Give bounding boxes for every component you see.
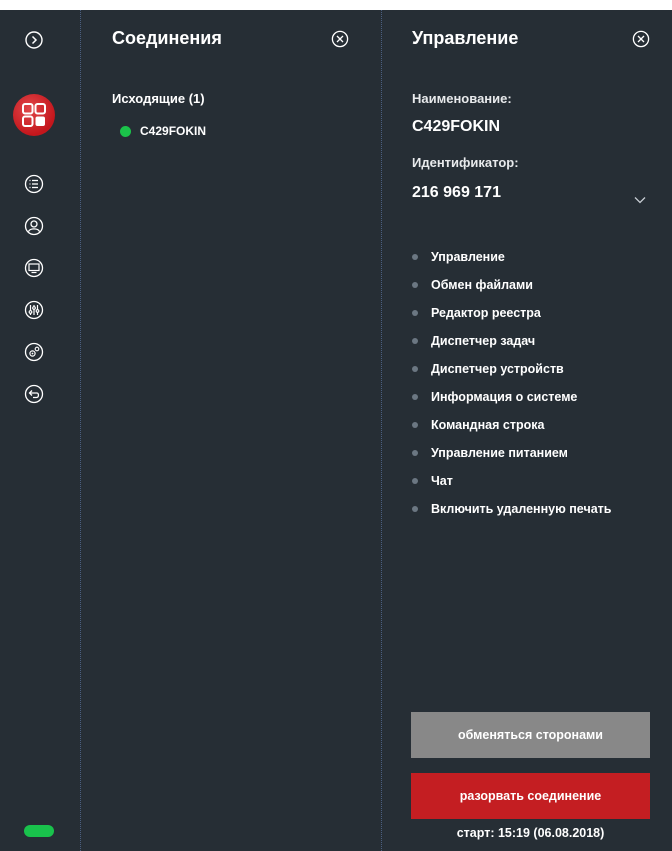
- sidebar: [0, 10, 80, 851]
- id-label: Идентификатор:: [412, 155, 519, 170]
- monitor-icon[interactable]: [24, 258, 44, 278]
- connections-title: Соединения: [112, 28, 222, 48]
- bullet-icon: [412, 394, 418, 400]
- bullet-icon: [412, 450, 418, 456]
- bullet-icon: [412, 366, 418, 372]
- app-window: Соединения Исходящие (1) C429FOKIN Управ…: [0, 10, 672, 851]
- action-item-remote-print[interactable]: Включить удаленную печать: [412, 495, 611, 523]
- expand-icon[interactable]: [24, 30, 44, 50]
- outgoing-section-label: Исходящие (1): [112, 91, 205, 106]
- apps-icon[interactable]: [13, 94, 55, 136]
- settings-icon[interactable]: [24, 342, 44, 362]
- action-item-control[interactable]: Управление: [412, 243, 611, 271]
- sidebar-divider: [80, 10, 81, 851]
- swap-sides-button[interactable]: обменяться сторонами: [411, 712, 650, 758]
- bullet-icon: [412, 282, 418, 288]
- connection-status-indicator: [24, 825, 54, 837]
- online-status-dot: [120, 125, 131, 137]
- bullet-icon: [412, 254, 418, 260]
- connection-item[interactable]: C429FOKIN: [120, 123, 206, 139]
- start-time-text: старт: 15:19 (06.08.2018): [456, 826, 605, 840]
- name-value: C429FOKIN: [412, 118, 501, 135]
- action-item-device-manager[interactable]: Диспетчер устройств: [412, 355, 611, 383]
- action-item-power-management[interactable]: Управление питанием: [412, 439, 611, 467]
- back-icon[interactable]: [24, 384, 44, 404]
- close-control-icon[interactable]: [632, 30, 650, 48]
- close-connections-icon[interactable]: [331, 30, 349, 48]
- panel-divider: [381, 10, 382, 851]
- bullet-icon: [412, 338, 418, 344]
- action-item-registry-editor[interactable]: Редактор реестра: [412, 299, 611, 327]
- action-item-command-line[interactable]: Командная строка: [412, 411, 611, 439]
- action-item-task-manager[interactable]: Диспетчер задач: [412, 327, 611, 355]
- chevron-down-icon[interactable]: [633, 193, 647, 207]
- top-strip: [0, 0, 672, 10]
- name-label: Наименование:: [412, 91, 512, 106]
- bullet-icon: [412, 478, 418, 484]
- action-item-chat[interactable]: Чат: [412, 467, 611, 495]
- actions-list: Управление Обмен файлами Редактор реестр…: [412, 243, 611, 523]
- connection-name: C429FOKIN: [140, 124, 207, 138]
- equalizer-icon[interactable]: [24, 300, 44, 320]
- bullet-icon: [412, 506, 418, 512]
- action-item-system-info[interactable]: Информация о системе: [412, 383, 611, 411]
- action-item-file-exchange[interactable]: Обмен файлами: [412, 271, 611, 299]
- list-icon[interactable]: [24, 174, 44, 194]
- control-title: Управление: [412, 28, 519, 48]
- contacts-icon[interactable]: [24, 216, 44, 236]
- disconnect-button[interactable]: разорвать соединение: [411, 773, 650, 819]
- id-value: 216 969 171: [412, 184, 501, 201]
- bullet-icon: [412, 422, 418, 428]
- bullet-icon: [412, 310, 418, 316]
